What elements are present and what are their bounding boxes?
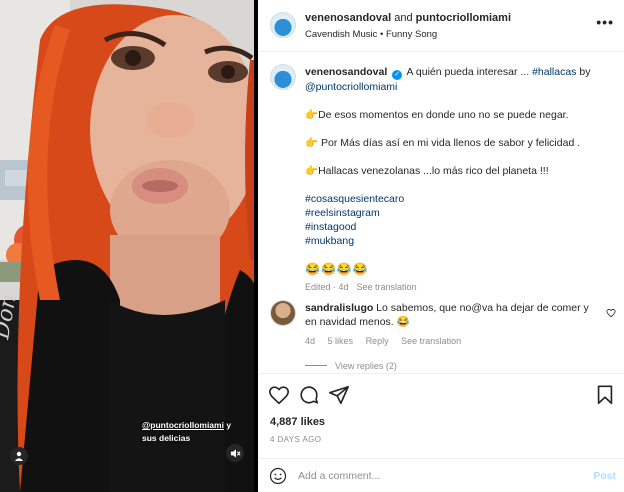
reel-video[interactable]: Don @puntocriollomiami y sus delicias: [0, 0, 258, 492]
overlay-suffix: y: [223, 420, 232, 430]
comment-body: sandralislugo Lo sabemos, que no@va ha d…: [305, 301, 595, 329]
caption-avatar[interactable]: [270, 64, 296, 90]
caption-line-2: 👉 Por Más días así en mi vida llenos de …: [305, 137, 581, 149]
avatar[interactable]: [270, 12, 296, 38]
comment-age: 4d: [305, 336, 316, 346]
post-actions: 4,887 likes 4 DAYS AGO: [258, 373, 624, 452]
caption-emojis: 😂😂😂😂: [305, 262, 369, 276]
commenter-avatar[interactable]: [270, 300, 296, 326]
post-comment-button[interactable]: Post: [593, 470, 616, 482]
comment-input[interactable]: [298, 467, 578, 485]
hashtag-link[interactable]: #instagood: [305, 220, 613, 234]
author-and: and: [391, 12, 416, 24]
likes-count[interactable]: 4,887 likes: [270, 416, 325, 428]
author-username[interactable]: venenosandoval: [305, 12, 391, 24]
add-comment-bar: Post: [258, 458, 624, 492]
mention-link[interactable]: @puntocriollomiami: [305, 81, 397, 93]
comment-see-translation[interactable]: See translation: [401, 336, 461, 346]
collaborator-username[interactable]: puntocriollomiami: [416, 12, 511, 24]
commenter-username[interactable]: sandralislugo: [305, 302, 373, 314]
caption-meta: Edited · 4d See translation: [305, 280, 613, 294]
verified-badge-icon: ✓: [392, 70, 403, 80]
emoji-smiley-icon[interactable]: [269, 467, 287, 485]
hashtag-list: #cosasquesientecaro #reelsinstagram #ins…: [305, 192, 613, 248]
caption-line-3: 👉Hallacas venezolanas ...lo más rico del…: [305, 165, 549, 177]
comment-bubble-icon[interactable]: [298, 384, 320, 406]
mute-button[interactable]: [226, 444, 244, 462]
post-header: venenosandoval and puntocriollomiami Cav…: [258, 0, 624, 52]
audio-attribution[interactable]: Cavendish Music • Funny Song: [305, 29, 437, 40]
share-paper-plane-icon[interactable]: [328, 384, 350, 406]
view-replies-button[interactable]: View replies (2): [305, 361, 397, 371]
comments-section[interactable]: venenosandoval ✓ A quién pueda interesar…: [258, 52, 624, 373]
post-details-panel: venenosandoval and puntocriollomiami Cav…: [258, 0, 624, 492]
replies-divider: [305, 365, 327, 366]
caption-line-1: 👉De esos momentos en donde uno no se pue…: [305, 109, 569, 121]
speaker-muted-icon: [230, 448, 241, 458]
comment-meta: 4d 5 likes Reply See translation: [305, 336, 471, 346]
caption-username[interactable]: venenosandoval: [305, 66, 387, 78]
post-authors: venenosandoval and puntocriollomiami: [305, 12, 511, 24]
see-translation-link[interactable]: See translation: [357, 282, 417, 292]
video-overlay-caption: @puntocriollomiami y sus delicias: [142, 419, 254, 445]
person-icon: [15, 451, 23, 461]
overlay-line2: sus delicias: [142, 433, 191, 443]
tagged-people-button[interactable]: [10, 447, 28, 465]
post-date: 4 DAYS AGO: [270, 435, 322, 444]
overlay-handle[interactable]: @puntocriollomiami: [142, 420, 224, 430]
more-options-button[interactable]: •••: [596, 14, 614, 30]
caption-body: venenosandoval ✓ A quién pueda interesar…: [305, 65, 613, 294]
hashtag-link[interactable]: #cosasquesientecaro: [305, 192, 613, 206]
hashtag-link[interactable]: #reelsinstagram: [305, 206, 613, 220]
caption-by: by: [576, 66, 591, 78]
view-replies-label: View replies (2): [335, 361, 397, 371]
comment-like-heart-icon[interactable]: [606, 308, 616, 318]
hashtag-hallacas[interactable]: #hallacas: [532, 66, 576, 78]
reply-button[interactable]: Reply: [366, 336, 389, 346]
caption-intro: A quién pueda interesar ...: [406, 66, 533, 78]
edited-label: Edited · 4d: [305, 282, 349, 292]
save-bookmark-icon[interactable]: [594, 384, 616, 406]
like-heart-icon[interactable]: [268, 384, 290, 406]
comment-likes-count[interactable]: 5 likes: [328, 336, 354, 346]
hashtag-link[interactable]: #mukbang: [305, 234, 613, 248]
